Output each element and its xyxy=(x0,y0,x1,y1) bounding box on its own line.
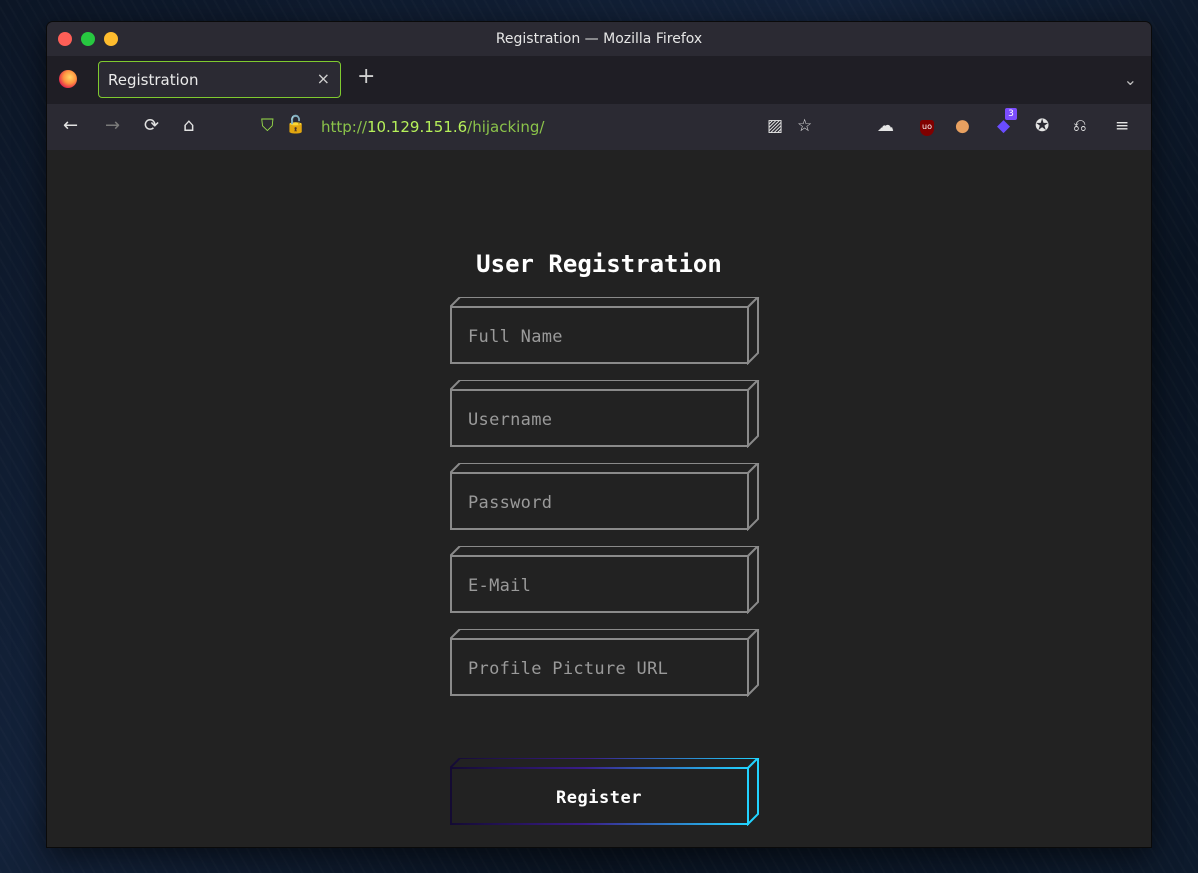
reader-view-icon[interactable]: ▨ xyxy=(767,117,783,135)
ublock-origin-icon[interactable]: uo xyxy=(920,120,934,136)
app-menu-hamburger-icon[interactable]: ≡ xyxy=(1115,117,1129,135)
window-title: Registration — Mozilla Firefox xyxy=(495,31,703,47)
url-host: 10.129.151.6 xyxy=(366,118,468,136)
tab-registration[interactable]: Registration × xyxy=(98,61,341,98)
list-all-tabs-chevron-icon[interactable]: ⌄ xyxy=(1124,70,1137,89)
username-input[interactable]: Username xyxy=(450,380,760,448)
extension-badge-count: 3 xyxy=(1005,108,1017,120)
forward-button[interactable]: → xyxy=(105,116,120,136)
register-button-label: Register xyxy=(556,788,642,808)
tab-label: Registration xyxy=(108,71,199,89)
email-input[interactable]: E-Mail xyxy=(450,546,760,614)
new-tab-button[interactable]: + xyxy=(357,65,375,89)
title-bar: Registration — Mozilla Firefox xyxy=(47,22,1151,56)
back-button[interactable]: ← xyxy=(63,116,78,136)
bookmark-star-icon[interactable]: ☆ xyxy=(797,117,812,135)
firefox-logo-icon xyxy=(59,70,77,88)
extension-cloud-icon[interactable]: ☁ xyxy=(877,117,894,135)
tracking-protection-shield-icon[interactable]: ⛉ xyxy=(261,116,274,136)
full-name-input[interactable]: Full Name xyxy=(450,297,760,365)
extensions-puzzle-icon[interactable]: ⎌ xyxy=(1073,117,1087,135)
navigation-bar: ← → ⟳ ⌂ ⛉ 🔓 http://10.129.151.6/hijackin… xyxy=(47,104,1151,150)
profile-picture-url-placeholder: Profile Picture URL xyxy=(468,659,669,679)
extension-cookie-stop-icon[interactable]: ● xyxy=(955,117,970,135)
tab-bar: Registration × + ⌄ xyxy=(47,56,1151,104)
cookie-icon[interactable]: ✪ xyxy=(1035,117,1049,135)
insecure-connection-lock-icon[interactable]: 🔓 xyxy=(285,115,306,135)
register-button[interactable]: Register xyxy=(450,758,760,826)
password-placeholder: Password xyxy=(468,493,553,513)
browser-window: Registration — Mozilla Firefox Registrat… xyxy=(47,22,1151,847)
page-content: User Registration Full Name Username Pas… xyxy=(47,150,1151,847)
profile-picture-url-input[interactable]: Profile Picture URL xyxy=(450,629,760,697)
tab-close-icon[interactable]: × xyxy=(317,69,330,88)
home-button[interactable]: ⌂ xyxy=(183,116,194,136)
url-bar[interactable]: http://10.129.151.6/hijacking/ xyxy=(321,118,544,136)
password-input[interactable]: Password xyxy=(450,463,760,531)
page-title: User Registration xyxy=(476,250,722,278)
url-path: /hijacking/ xyxy=(467,118,545,136)
url-scheme: http:// xyxy=(321,118,367,136)
full-name-placeholder: Full Name xyxy=(468,327,563,347)
email-placeholder: E-Mail xyxy=(468,576,532,596)
reload-button[interactable]: ⟳ xyxy=(144,116,159,136)
username-placeholder: Username xyxy=(468,410,553,430)
